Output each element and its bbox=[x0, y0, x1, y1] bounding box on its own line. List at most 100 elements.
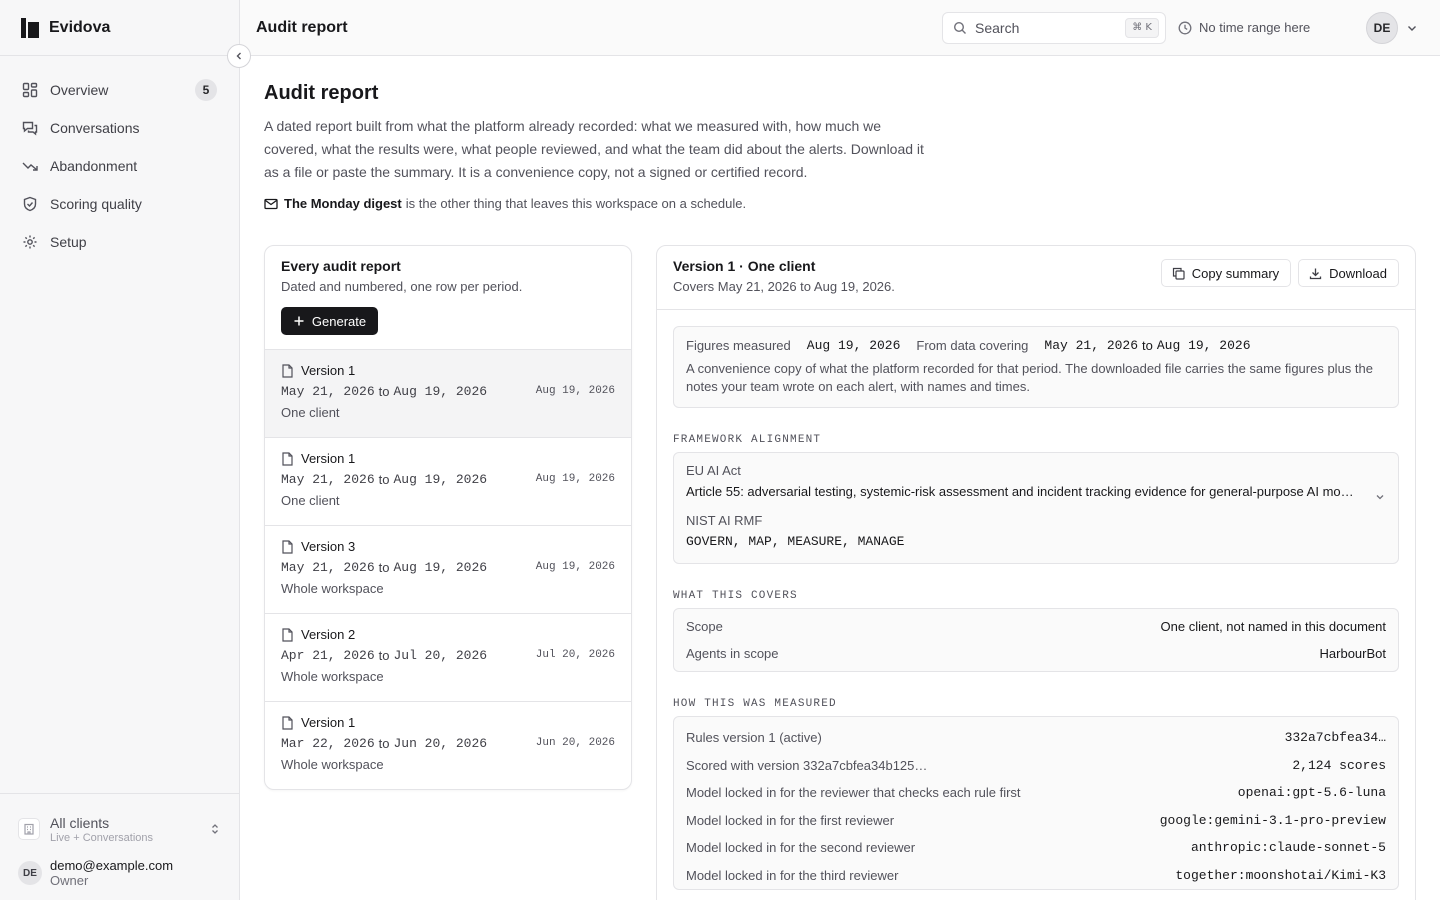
search-icon bbox=[953, 21, 966, 34]
chevron-down-icon[interactable] bbox=[1406, 22, 1418, 34]
report-until: Jul 20, 2026 bbox=[393, 648, 488, 663]
report-date: Jun 20, 2026 bbox=[535, 737, 615, 749]
report-version: Version 1 bbox=[301, 363, 356, 378]
sidebar-item-label: Conversations bbox=[50, 120, 140, 136]
topbar: Audit report Search ⌘ K No time range he… bbox=[240, 0, 1440, 56]
report-row[interactable]: Version 2 Apr 21, 2026 to Jul 20, 2026 Jul… bbox=[265, 614, 631, 702]
brand[interactable]: Evidova bbox=[0, 0, 239, 56]
report-version: Version 3 bbox=[301, 539, 356, 554]
section-label-covers: WHAT THIS COVERS bbox=[673, 590, 798, 602]
sidebar-item-abandonment[interactable]: Abandonment bbox=[0, 147, 239, 185]
copy-summary-button[interactable]: Copy summary bbox=[1160, 259, 1292, 287]
sidebar-item-conversations[interactable]: Conversations bbox=[0, 109, 239, 147]
generate-label: Generate bbox=[311, 313, 367, 329]
report-scope: Whole workspace bbox=[281, 757, 384, 772]
report-scope: One client bbox=[281, 493, 340, 508]
report-row[interactable]: Version 1 May 21, 2026 to Aug 19, 2026 Aug… bbox=[265, 438, 631, 526]
search-input[interactable]: Search ⌘ K bbox=[942, 11, 1166, 44]
kv-key: Rules version 1 (active) bbox=[686, 730, 822, 746]
download-button[interactable]: Download bbox=[1298, 259, 1399, 287]
section-label-measured: HOW THIS WAS MEASURED bbox=[673, 698, 837, 710]
report-from: Apr 21, 2026 bbox=[281, 648, 375, 663]
sidebar-footer: All clients Live + Conversations DE demo… bbox=[0, 793, 239, 900]
report-scope: Whole workspace bbox=[281, 669, 384, 684]
report-until: Aug 19, 2026 bbox=[393, 472, 488, 487]
report-date: Aug 19, 2026 bbox=[535, 473, 615, 485]
report-to: to bbox=[378, 648, 390, 663]
sidebar-item-scoring-quality[interactable]: Scoring quality bbox=[0, 185, 239, 223]
sidebar-item-label: Setup bbox=[50, 234, 87, 250]
user-menu[interactable]: DE demo@example.com Owner bbox=[18, 858, 221, 888]
report-row[interactable]: Version 1 Mar 22, 2026 to Jun 20, 2026 Jun… bbox=[265, 702, 631, 789]
trending-down-icon bbox=[22, 162, 38, 171]
framework-box: EU AI Act Article 55: adversarial testin… bbox=[673, 452, 1399, 564]
digest-text: is the other thing that leaves this work… bbox=[405, 196, 747, 211]
download-icon bbox=[1310, 268, 1322, 279]
report-row[interactable]: Version 3 May 21, 2026 to Aug 19, 2026 Aug… bbox=[265, 526, 631, 614]
kv-row: Scope One client, not named in this docum… bbox=[686, 613, 1386, 640]
kv-value: anthropic:claude-sonnet-5 bbox=[1190, 840, 1386, 856]
report-date: Aug 19, 2026 bbox=[535, 385, 615, 397]
plus-icon bbox=[294, 316, 304, 326]
user-role: Owner bbox=[50, 873, 89, 888]
client-switcher[interactable]: All clients Live + Conversations bbox=[18, 808, 221, 850]
building-icon bbox=[18, 818, 40, 840]
chevron-left-icon bbox=[236, 52, 241, 60]
digest-note: The Monday digest is the other thing tha… bbox=[264, 196, 1416, 211]
shield-check-icon bbox=[23, 196, 37, 212]
kv-value: 2,124 scores bbox=[1292, 757, 1386, 773]
kv-row: Model locked in for the first reviewer go… bbox=[686, 807, 1386, 835]
time-range-picker[interactable]: No time range here bbox=[1178, 20, 1366, 35]
file-icon bbox=[282, 451, 293, 466]
kv-value: openai:gpt-5.6-luna bbox=[1237, 785, 1386, 801]
chevron-down-icon[interactable] bbox=[1374, 491, 1386, 503]
covering-from: May 21, 2026 bbox=[1044, 338, 1139, 353]
kv-row: Model locked in for the second reviewer a… bbox=[686, 834, 1386, 862]
report-until: Jun 20, 2026 bbox=[393, 736, 488, 751]
avatar[interactable]: DE bbox=[1366, 11, 1398, 44]
user-email: demo@example.com bbox=[50, 858, 174, 873]
sidebar-item-overview[interactable]: Overview 5 bbox=[0, 71, 239, 109]
report-version: Version 1 bbox=[301, 451, 356, 466]
copy-summary-label: Copy summary bbox=[1191, 265, 1280, 281]
list-title: Every audit report bbox=[281, 258, 401, 274]
report-detail-card: Version 1 · One client Covers May 21, 20… bbox=[656, 245, 1416, 900]
report-from: Mar 22, 2026 bbox=[281, 736, 375, 751]
kv-row: Rules version 1 (active) 332a7cbfea34… bbox=[686, 724, 1386, 752]
sidebar-item-setup[interactable]: Setup bbox=[0, 223, 239, 261]
page-title: Audit report bbox=[264, 82, 379, 104]
collapse-sidebar-button[interactable] bbox=[227, 44, 251, 68]
overview-count-badge: 5 bbox=[195, 79, 217, 101]
measurement-info: Figures measured Aug 19, 2026 From data … bbox=[673, 326, 1399, 408]
report-scope: One client bbox=[281, 405, 340, 420]
search-placeholder: Search bbox=[975, 19, 1020, 36]
kv-value: One client, not named in this document bbox=[1160, 619, 1386, 634]
kv-value: together:moonshotai/Kimi-K3 bbox=[1175, 867, 1386, 883]
kv-key: Model locked in for the third reviewer bbox=[686, 867, 899, 883]
list-subtitle: Dated and numbered, one row per period. bbox=[281, 279, 523, 294]
report-list-card: Every audit report Dated and numbered, o… bbox=[264, 245, 632, 790]
sidebar-item-label: Abandonment bbox=[50, 158, 138, 174]
kv-key: Model locked in for the second reviewer bbox=[686, 840, 916, 856]
kv-key: Model locked in for the reviewer that ch… bbox=[686, 785, 1021, 801]
covering-label: From data covering bbox=[916, 338, 1029, 353]
report-row[interactable]: Version 1 May 21, 2026 to Aug 19, 2026 Aug… bbox=[265, 350, 631, 438]
generate-button[interactable]: Generate bbox=[281, 307, 378, 335]
search-shortcut: ⌘ K bbox=[1125, 17, 1159, 38]
download-label: Download bbox=[1329, 265, 1387, 281]
framework-name: EU AI Act bbox=[686, 463, 741, 478]
covering-until: Aug 19, 2026 bbox=[1156, 338, 1251, 353]
report-version: Version 1 bbox=[301, 715, 356, 730]
report-date: Jul 20, 2026 bbox=[535, 649, 615, 661]
kv-row: Model locked in for the reviewer that ch… bbox=[686, 779, 1386, 807]
client-subtitle: Live + Conversations bbox=[50, 831, 154, 844]
file-icon bbox=[282, 539, 293, 554]
framework-description[interactable]: Article 55: adversarial testing, systemi… bbox=[686, 484, 1356, 499]
measured-box: Rules version 1 (active) 332a7cbfea34… Sc… bbox=[673, 716, 1399, 890]
kv-row: Scored with version 332a7cbfea34b125… 2,1… bbox=[686, 752, 1386, 780]
digest-link[interactable]: The Monday digest bbox=[284, 196, 402, 211]
report-version: Version 2 bbox=[301, 627, 356, 642]
kv-key: Scope bbox=[686, 619, 723, 634]
file-icon bbox=[282, 363, 293, 378]
brand-name: Evidova bbox=[49, 18, 111, 36]
